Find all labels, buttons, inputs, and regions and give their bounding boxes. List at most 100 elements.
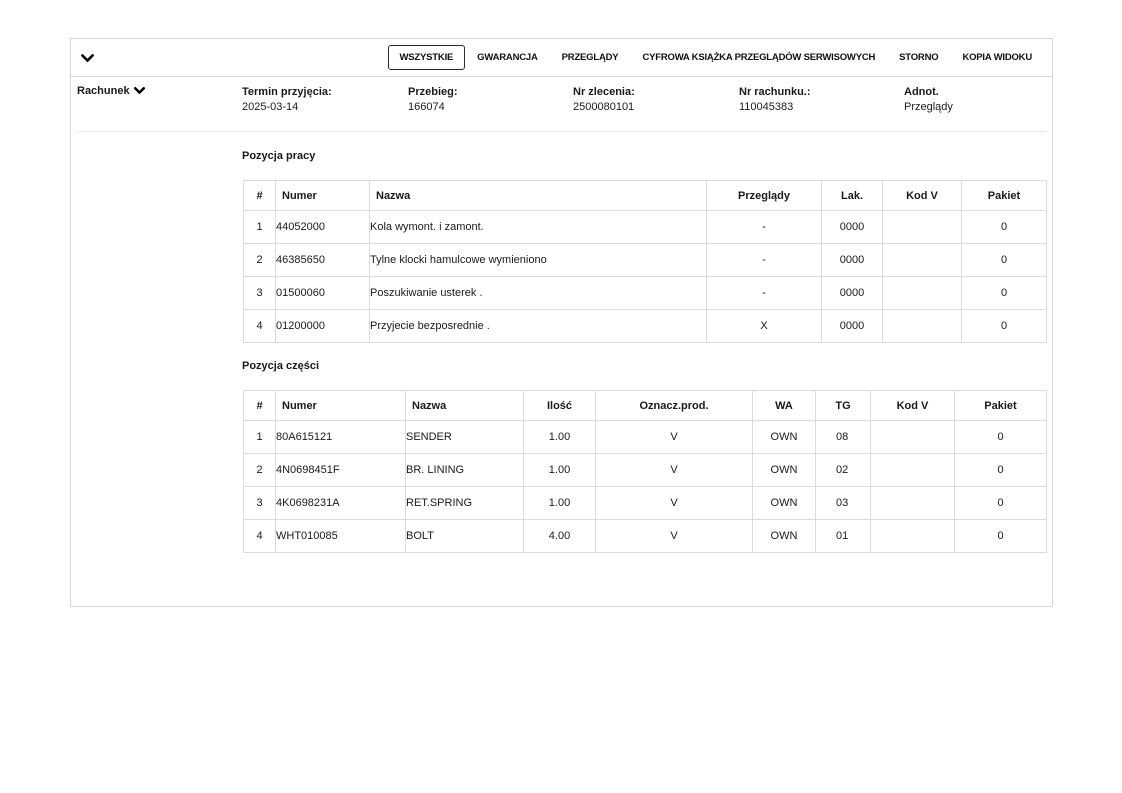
column-header: Przeglądy [706, 180, 822, 211]
cell-nazwa: Kola wymont. i zamont. [369, 210, 707, 244]
field-value: 2500080101 [573, 101, 635, 113]
cell-index: 1 [243, 210, 276, 244]
filter-tabs: WSZYSTKIE GWARANCJA PRZEGLĄDY CYFROWA KS… [387, 45, 1044, 70]
cell-index: 2 [243, 453, 276, 487]
cell-ilosc: 4.00 [523, 519, 596, 553]
cell-wa: OWN [752, 420, 816, 454]
cell-oznacz-prod: V [595, 486, 753, 520]
table-row: 4 01200000 Przyjecie bezposrednie . X 00… [243, 309, 1047, 343]
cell-wa: OWN [752, 453, 816, 487]
column-header: TG [815, 390, 871, 421]
cell-ilosc: 1.00 [523, 420, 596, 454]
cell-kod-v [870, 420, 955, 454]
cell-kod-v [882, 276, 962, 310]
tab-wszystkie[interactable]: WSZYSTKIE [387, 45, 466, 70]
table-row: 2 46385650 Tylne klocki hamulcowe wymien… [243, 243, 1047, 277]
cell-nazwa: BOLT [405, 519, 524, 553]
cell-index: 2 [243, 243, 276, 277]
column-header: Numer [275, 390, 406, 421]
tab-storno[interactable]: STORNO [887, 45, 950, 70]
cell-index: 4 [243, 519, 276, 553]
field-przebieg: Przebieg: 166074 [408, 86, 458, 113]
cell-nazwa: SENDER [405, 420, 524, 454]
cell-index: 3 [243, 276, 276, 310]
tab-gwarancja[interactable]: GWARANCJA [465, 45, 549, 70]
panel-toolbar: WSZYSTKIE GWARANCJA PRZEGLĄDY CYFROWA KS… [71, 39, 1052, 77]
tab-przeglady[interactable]: PRZEGLĄDY [550, 45, 631, 70]
field-value: 2025-03-14 [242, 101, 299, 113]
cell-nazwa: BR. LINING [405, 453, 524, 487]
cell-numer: 4N0698451F [275, 453, 406, 487]
invoice-panel: WSZYSTKIE GWARANCJA PRZEGLĄDY CYFROWA KS… [70, 38, 1053, 607]
cell-przeglady: - [706, 243, 822, 277]
cell-index: 1 [243, 420, 276, 454]
cell-wa: OWN [752, 519, 816, 553]
cell-pakiet: 0 [954, 519, 1047, 553]
cell-oznacz-prod: V [595, 420, 753, 454]
field-nr-zlecenia: Nr zlecenia: 2500080101 [573, 86, 635, 113]
table-row: 1 80A615121 SENDER 1.00 V OWN 08 0 [243, 420, 1047, 454]
column-header: # [243, 390, 276, 421]
cell-index: 3 [243, 486, 276, 520]
cell-numer: 80A615121 [275, 420, 406, 454]
work-table: # Numer Nazwa Przeglądy Lak. Kod V Pakie… [243, 180, 1047, 343]
parts-table: # Numer Nazwa Ilość Oznacz.prod. WA TG K… [243, 390, 1047, 553]
cell-pakiet: 0 [961, 276, 1047, 310]
cell-przeglady: X [706, 309, 822, 343]
cell-oznacz-prod: V [595, 519, 753, 553]
field-termin-przyjecia: Termin przyjęcia: 2025-03-14 [242, 86, 332, 113]
cell-wa: OWN [752, 486, 816, 520]
tab-kopia-widoku[interactable]: KOPIA WIDOKU [950, 45, 1044, 70]
field-label: Adnot. [904, 86, 939, 98]
cell-tg: 02 [815, 453, 871, 487]
cell-kod-v [882, 309, 962, 343]
column-header: # [243, 180, 276, 211]
table-row: 4 WHT010085 BOLT 4.00 V OWN 01 0 [243, 519, 1047, 553]
cell-numer: 01500060 [275, 276, 370, 310]
column-header: Pakiet [961, 180, 1047, 211]
field-label: Nr rachunku.: [739, 86, 811, 98]
table-row: 3 4K0698231A RET.SPRING 1.00 V OWN 03 0 [243, 486, 1047, 520]
cell-pakiet: 0 [954, 453, 1047, 487]
field-label: Przebieg: [408, 86, 458, 98]
cell-pakiet: 0 [961, 210, 1047, 244]
cell-numer: 46385650 [275, 243, 370, 277]
cell-ilosc: 1.00 [523, 453, 596, 487]
cell-pakiet: 0 [961, 309, 1047, 343]
field-value: 166074 [408, 101, 445, 113]
cell-kod-v [870, 486, 955, 520]
cell-index: 4 [243, 309, 276, 343]
chevron-down-icon [133, 87, 145, 95]
chevron-down-icon [80, 53, 94, 62]
column-header: Kod V [882, 180, 962, 211]
field-value: Przeglądy [904, 101, 953, 113]
column-header: Kod V [870, 390, 955, 421]
cell-kod-v [870, 519, 955, 553]
column-header: Numer [275, 180, 370, 211]
cell-numer: WHT010085 [275, 519, 406, 553]
tab-cyfrowa-ksiazka[interactable]: CYFROWA KSIĄŻKA PRZEGLĄDÓW SERWISOWYCH [630, 45, 887, 70]
cell-lak: 0000 [821, 276, 883, 310]
column-header: Nazwa [369, 180, 707, 211]
collapse-panel-button[interactable] [79, 51, 95, 65]
field-label: Nr zlecenia: [573, 86, 635, 98]
table-row: 1 44052000 Kola wymont. i zamont. - 0000… [243, 210, 1047, 244]
invoice-toggle-label: Rachunek [77, 85, 130, 97]
column-header: Pakiet [954, 390, 1047, 421]
cell-tg: 01 [815, 519, 871, 553]
cell-numer: 44052000 [275, 210, 370, 244]
cell-lak: 0000 [821, 309, 883, 343]
field-nr-rachunku: Nr rachunku.: 110045383 [739, 86, 811, 113]
cell-pakiet: 0 [961, 243, 1047, 277]
cell-numer: 01200000 [275, 309, 370, 343]
invoice-toggle[interactable]: Rachunek [77, 85, 145, 97]
cell-lak: 0000 [821, 243, 883, 277]
column-header: Ilość [523, 390, 596, 421]
cell-nazwa: Tylne klocki hamulcowe wymieniono [369, 243, 707, 277]
table-row: 3 01500060 Poszukiwanie usterek . - 0000… [243, 276, 1047, 310]
cell-kod-v [882, 243, 962, 277]
divider [77, 131, 1046, 132]
column-header: Lak. [821, 180, 883, 211]
cell-nazwa: Przyjecie bezposrednie . [369, 309, 707, 343]
cell-numer: 4K0698231A [275, 486, 406, 520]
